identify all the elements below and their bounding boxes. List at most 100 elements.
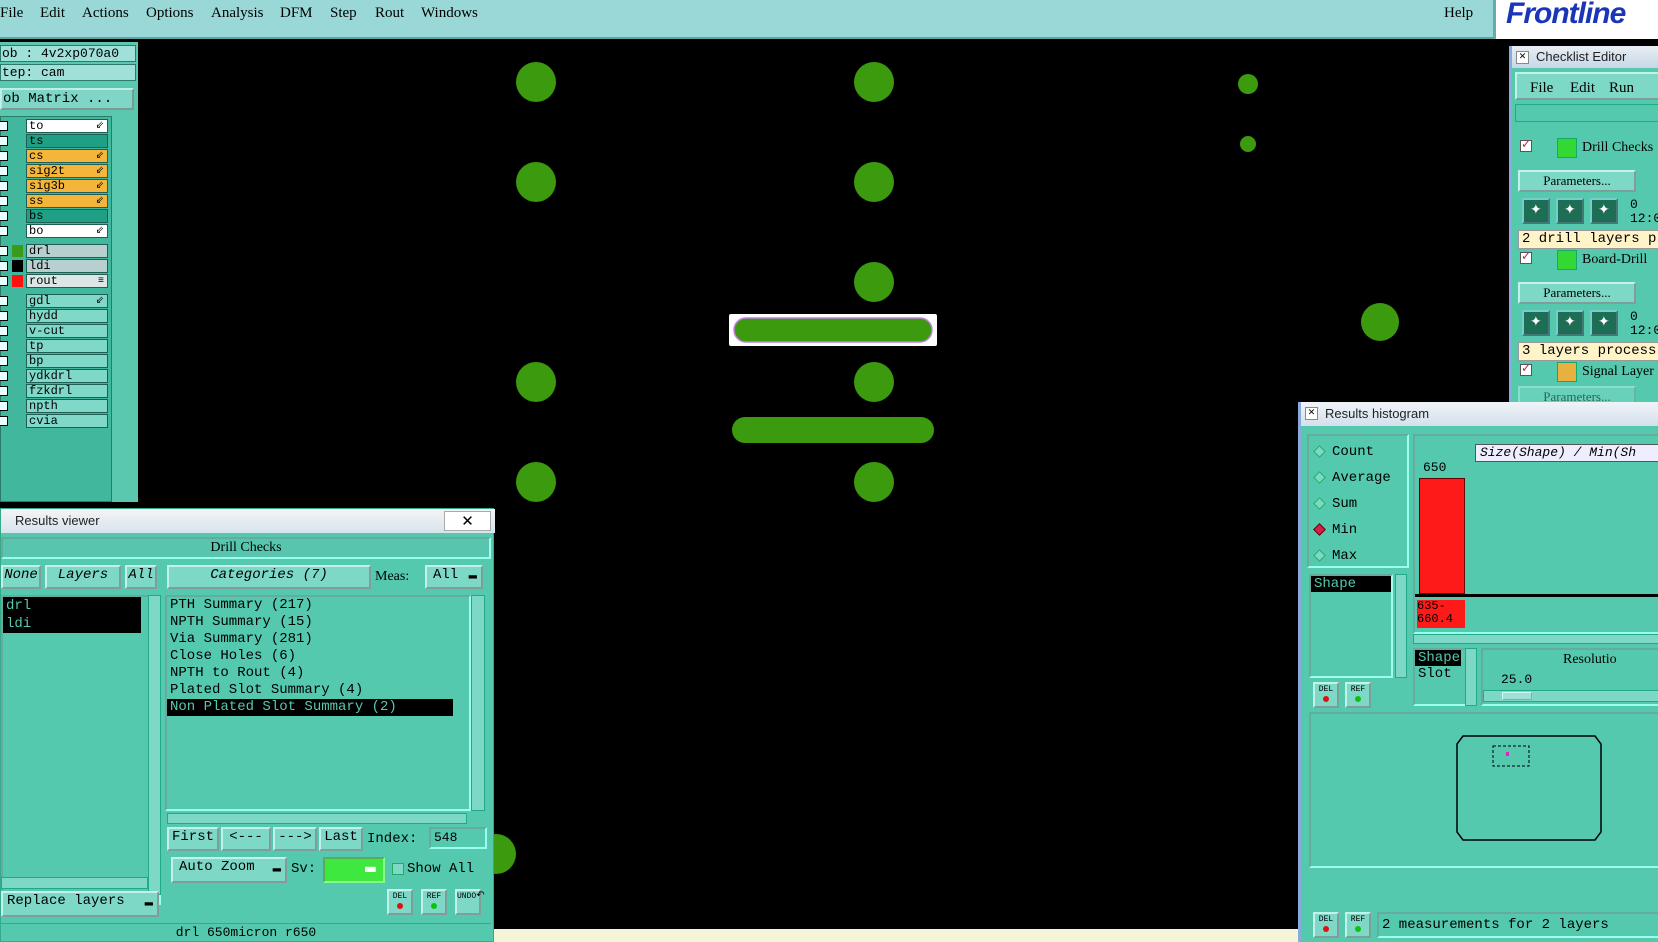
layer-row[interactable]: rout ≡ (0, 274, 109, 288)
list-item[interactable]: Shape (1415, 650, 1461, 666)
del-button[interactable]: DEL (1313, 682, 1339, 708)
board-drill-checkbox[interactable] (1520, 249, 1532, 264)
layer-name[interactable]: cs ⇙ (26, 149, 108, 163)
layer-name[interactable]: ydkdrl (26, 369, 108, 383)
drill-pad[interactable] (516, 62, 556, 102)
layer-checkbox[interactable] (0, 276, 8, 286)
ref-button[interactable]: REF (421, 889, 447, 915)
list-item[interactable]: Shape (1311, 576, 1391, 592)
histogram-bar[interactable] (1419, 478, 1465, 594)
parameters-button[interactable]: Parameters... (1518, 282, 1636, 304)
drill-pad[interactable] (854, 262, 894, 302)
ref-button[interactable]: REF (1345, 682, 1371, 708)
layer-name[interactable]: rout ≡ (26, 274, 108, 288)
layer-name[interactable]: bs (26, 209, 108, 223)
sv-color-dropdown[interactable]: ▬ (323, 857, 385, 883)
layer-checkbox[interactable] (0, 226, 8, 236)
next-button[interactable]: ---> (273, 827, 317, 851)
layer-row[interactable]: ydkdrl (0, 369, 109, 383)
layer-row[interactable]: cvia (0, 414, 109, 428)
layer-checkbox[interactable] (0, 246, 8, 256)
menu-help[interactable]: Help (1444, 5, 1473, 22)
del-button[interactable]: DEL (387, 889, 413, 915)
layer-name[interactable]: npth (26, 399, 108, 413)
all-button[interactable]: All (125, 565, 157, 589)
layer-checkbox[interactable] (0, 196, 8, 206)
layer-checkbox[interactable] (0, 296, 8, 306)
layer-name[interactable]: ts (26, 134, 108, 148)
layer-checkbox[interactable] (0, 166, 8, 176)
drill-pad[interactable] (516, 462, 556, 502)
menu-rout[interactable]: Rout (375, 5, 404, 22)
layer-checkbox[interactable] (0, 121, 8, 131)
layer-row[interactable]: hydd (0, 309, 109, 323)
menu-dfm[interactable]: DFM (280, 5, 313, 22)
run-icon[interactable] (1556, 310, 1584, 336)
run-icon[interactable] (1590, 310, 1618, 336)
run-icon[interactable] (1590, 198, 1618, 224)
layer-row[interactable]: npth (0, 399, 109, 413)
signal-layer-checkbox[interactable] (1520, 361, 1532, 376)
categories-button[interactable]: Categories (7) (167, 565, 371, 589)
list-item[interactable]: ldi (3, 615, 141, 633)
layer-name[interactable]: to ⇙ (26, 119, 108, 133)
list-item[interactable]: PTH Summary (217) (167, 597, 469, 614)
categories-hscrollbar[interactable] (167, 813, 467, 824)
list-item[interactable]: Close Holes (6) (167, 648, 469, 665)
layer-name[interactable]: sig3b ⇙ (26, 179, 108, 193)
resolution-list-scrollbar[interactable] (1465, 648, 1477, 706)
layer-checkbox[interactable] (0, 386, 8, 396)
show-all-checkbox[interactable] (392, 863, 404, 875)
categories-scrollbar[interactable] (471, 595, 485, 811)
drill-checks-checkbox[interactable] (1520, 137, 1532, 152)
layers-button[interactable]: Layers (45, 565, 121, 589)
run-icon[interactable] (1522, 198, 1550, 224)
layer-name[interactable]: sig2t ⇙ (26, 164, 108, 178)
layer-row[interactable]: cs ⇙ (0, 149, 109, 163)
run-icon[interactable] (1556, 198, 1584, 224)
layer-checkbox[interactable] (0, 401, 8, 411)
layer-row[interactable]: ss ⇙ (0, 194, 109, 208)
run-icon[interactable] (1522, 310, 1550, 336)
slot-pad[interactable] (733, 317, 933, 343)
layer-name[interactable]: v-cut (26, 324, 108, 338)
undo-button[interactable]: UNDO↶ (455, 889, 485, 915)
resolution-slider-thumb[interactable] (1502, 692, 1532, 700)
layers-list[interactable]: drl ldi (1, 595, 161, 905)
layers-scrollbar[interactable] (148, 595, 161, 895)
layer-name[interactable]: fzkdrl (26, 384, 108, 398)
menu-windows[interactable]: Windows (421, 5, 478, 22)
none-button[interactable]: None (1, 565, 41, 589)
first-button[interactable]: First (167, 827, 219, 851)
drill-pad[interactable] (854, 362, 894, 402)
drill-pad[interactable] (516, 362, 556, 402)
ref-button[interactable]: REF (1345, 912, 1371, 938)
meas-dropdown[interactable]: All ▬ (425, 565, 483, 589)
list-item[interactable]: Plated Slot Summary (4) (167, 682, 469, 699)
list-item[interactable]: NPTH Summary (15) (167, 614, 469, 631)
categories-list[interactable]: PTH Summary (217) NPTH Summary (15) Via Su… (165, 595, 471, 811)
drill-pad[interactable] (854, 162, 894, 202)
layer-checkbox[interactable] (0, 326, 8, 336)
layer-row[interactable]: bo ⇙ (0, 224, 109, 238)
layer-name[interactable]: ldi (26, 259, 108, 273)
menu-actions[interactable]: Actions (82, 5, 129, 22)
layer-checkbox[interactable] (0, 151, 8, 161)
drill-pad[interactable] (1361, 303, 1399, 341)
layer-row[interactable]: ldi (0, 259, 109, 273)
replace-layers-dropdown[interactable]: Replace layers ▬ (1, 891, 159, 917)
layer-row[interactable]: tp (0, 339, 109, 353)
menu-file[interactable]: File (0, 5, 23, 22)
layer-name[interactable]: bp (26, 354, 108, 368)
layer-checkbox[interactable] (0, 211, 8, 221)
menu-step[interactable]: Step (330, 5, 357, 22)
list-item[interactable]: Non Plated Slot Summary (2) (167, 699, 453, 716)
menu-edit[interactable]: Edit (40, 5, 65, 22)
drill-pad[interactable] (854, 462, 894, 502)
board-preview[interactable] (1309, 712, 1658, 868)
drill-pad[interactable] (1240, 136, 1256, 152)
prev-button[interactable]: <--- (221, 827, 271, 851)
slot-pad[interactable] (732, 417, 934, 443)
parameters-button[interactable]: Parameters... (1518, 170, 1636, 192)
layer-checkbox[interactable] (0, 261, 8, 271)
